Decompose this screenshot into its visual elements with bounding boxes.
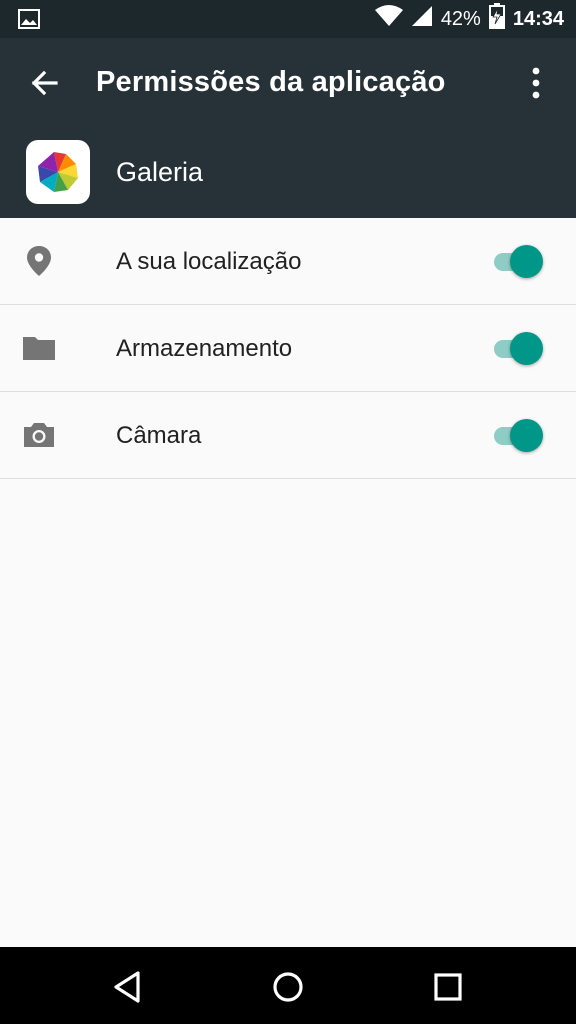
permission-label: Câmara <box>116 422 202 449</box>
app-name: Galeria <box>116 157 204 187</box>
cellular-signal-icon <box>411 5 433 33</box>
arrow-back-icon[interactable] <box>24 63 64 103</box>
permission-label: Armazenamento <box>116 335 293 362</box>
nav-back-icon[interactable] <box>106 965 150 1009</box>
camera-toggle[interactable] <box>492 417 548 453</box>
permission-row-camera[interactable]: Câmara <box>0 392 576 479</box>
permission-list: A sua localização Armazenamento Câmara <box>0 218 576 479</box>
nav-home-icon[interactable] <box>266 965 310 1009</box>
permission-row-location[interactable]: A sua localização <box>0 218 576 305</box>
clock: 14:34 <box>512 7 564 30</box>
location-pin-icon <box>22 244 56 278</box>
permission-label: A sua localização <box>116 248 302 275</box>
gallery-pinwheel-icon <box>26 140 90 204</box>
folder-icon <box>22 331 56 365</box>
nav-recents-icon[interactable] <box>426 965 470 1009</box>
app-toolbar: Permissões da aplicação <box>0 38 576 128</box>
image-notification-icon <box>18 9 40 34</box>
location-toggle[interactable] <box>492 243 548 279</box>
more-vert-icon[interactable] <box>516 62 556 104</box>
toggle-thumb <box>510 332 543 365</box>
app-header: Galeria <box>0 128 576 218</box>
storage-toggle[interactable] <box>492 330 548 366</box>
page-title: Permissões da aplicação <box>96 66 446 98</box>
battery-charging-icon <box>488 3 505 35</box>
system-nav-bar <box>0 947 576 1024</box>
battery-percent: 42% <box>440 7 481 30</box>
permission-row-storage[interactable]: Armazenamento <box>0 305 576 392</box>
camera-icon <box>22 418 56 452</box>
toggle-thumb <box>510 245 543 278</box>
status-bar: 42% 14:34 <box>0 0 576 38</box>
wifi-icon <box>374 5 403 33</box>
toggle-thumb <box>510 419 543 452</box>
